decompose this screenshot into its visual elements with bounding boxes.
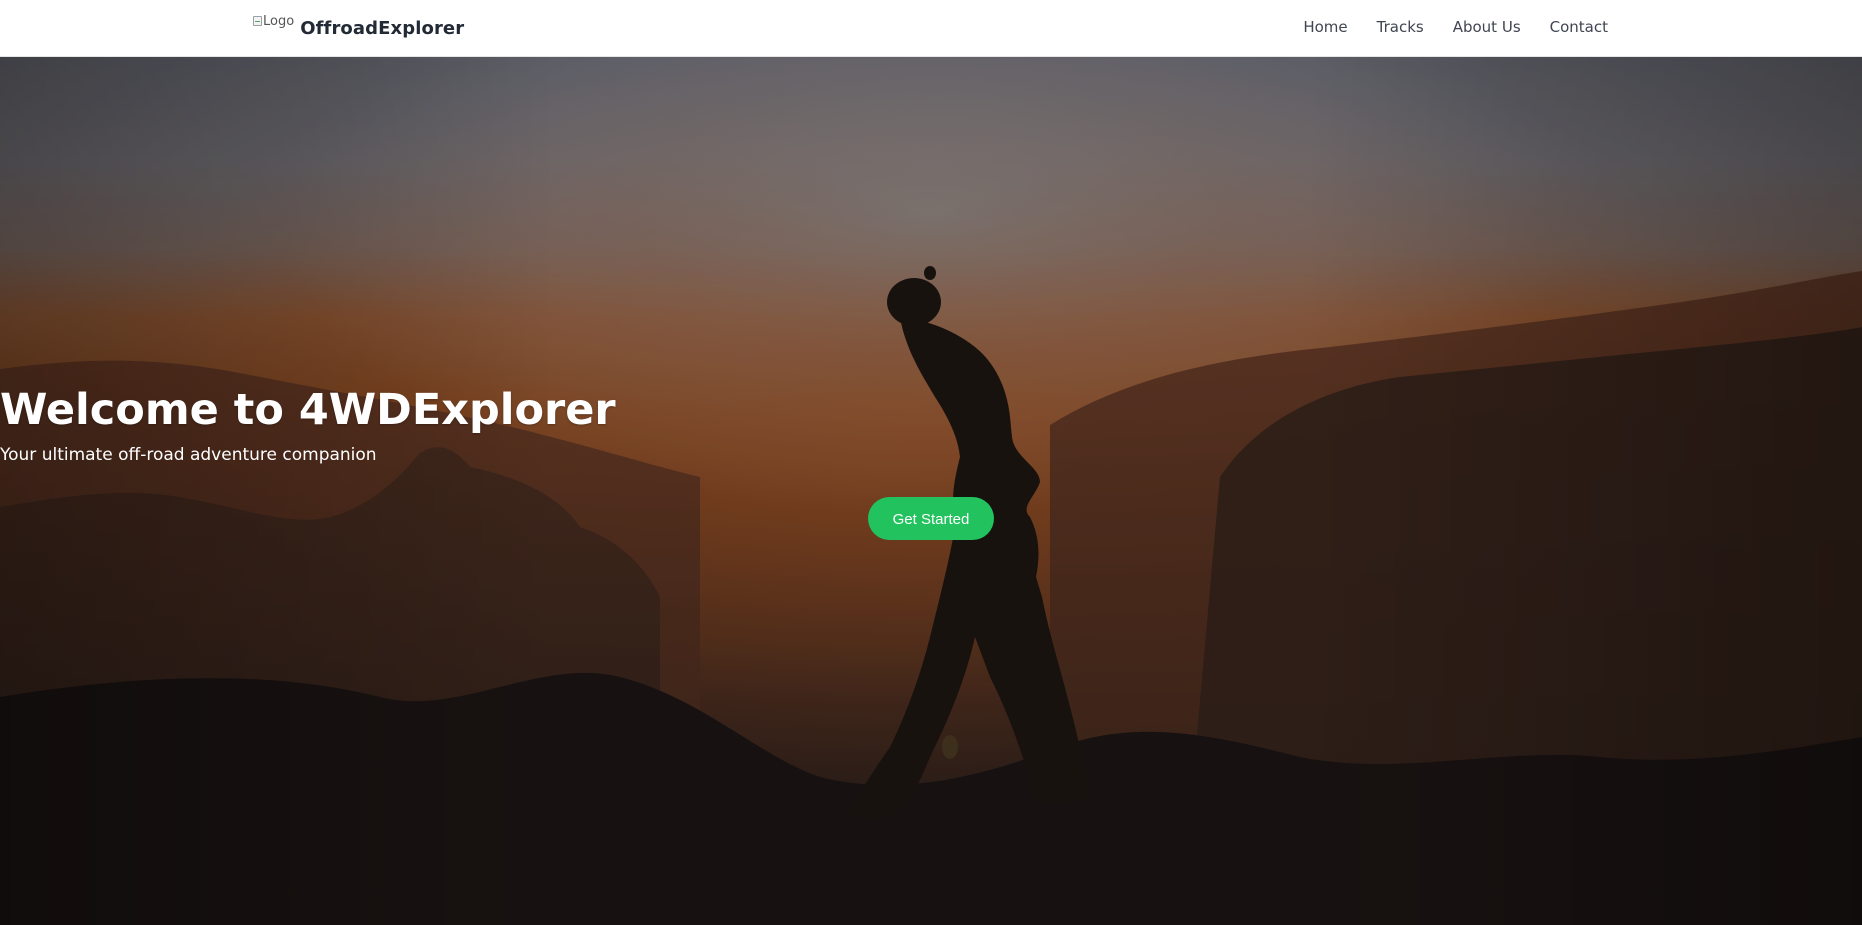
top-navbar: Logo OffroadExplorer Home Tracks About U… <box>0 0 1862 57</box>
hero-background-image <box>0 57 1862 925</box>
get-started-button[interactable]: Get Started <box>868 497 994 540</box>
broken-image-icon <box>253 16 262 26</box>
nav-link-contact[interactable]: Contact <box>1550 18 1608 36</box>
nav-link-tracks[interactable]: Tracks <box>1377 18 1424 36</box>
nav-link-home[interactable]: Home <box>1303 18 1347 36</box>
logo-broken-image: Logo <box>253 14 294 36</box>
hero-subtitle: Your ultimate off-road adventure compani… <box>0 445 377 465</box>
main-nav: Home Tracks About Us Contact <box>1274 0 1608 54</box>
hero-title: Welcome to 4WDExplorer <box>0 385 616 435</box>
brand[interactable]: Logo OffroadExplorer <box>253 13 464 43</box>
logo-alt-text: Logo <box>263 14 295 29</box>
hero-section: Welcome to 4WDExplorer Your ultimate off… <box>0 57 1862 925</box>
nav-link-about-us[interactable]: About Us <box>1453 18 1521 36</box>
brand-name[interactable]: OffroadExplorer <box>300 18 464 39</box>
